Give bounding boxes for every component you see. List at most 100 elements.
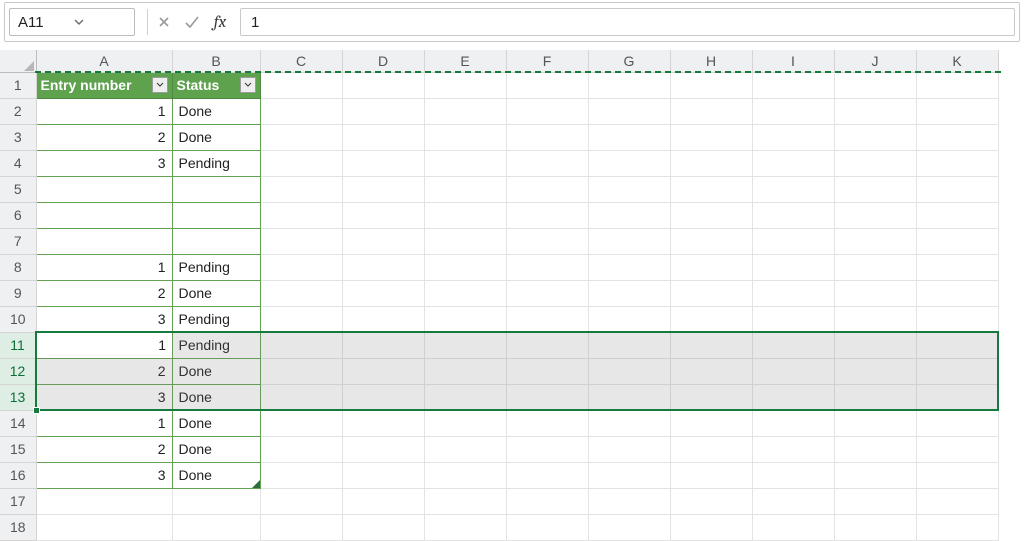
cell-K2[interactable]	[916, 98, 998, 124]
row-header-13[interactable]: 13	[0, 384, 36, 410]
cell-I2[interactable]	[752, 98, 834, 124]
cell-E15[interactable]	[424, 436, 506, 462]
cell-I3[interactable]	[752, 124, 834, 150]
column-header-J[interactable]: J	[834, 50, 916, 72]
cell-B8[interactable]: Pending	[172, 254, 260, 280]
cell-H14[interactable]	[670, 410, 752, 436]
cell-E11[interactable]	[424, 332, 506, 358]
cell-E18[interactable]	[424, 514, 506, 540]
cell-G3[interactable]	[588, 124, 670, 150]
cell-K13[interactable]	[916, 384, 998, 410]
cell-A9[interactable]: 2	[36, 280, 172, 306]
cell-I13[interactable]	[752, 384, 834, 410]
column-header-F[interactable]: F	[506, 50, 588, 72]
cell-A6[interactable]	[36, 202, 172, 228]
cell-F12[interactable]	[506, 358, 588, 384]
cell-I9[interactable]	[752, 280, 834, 306]
cell-C14[interactable]	[260, 410, 342, 436]
cell-F1[interactable]	[506, 72, 588, 98]
cell-G1[interactable]	[588, 72, 670, 98]
cell-I7[interactable]	[752, 228, 834, 254]
cell-H10[interactable]	[670, 306, 752, 332]
row-header-11[interactable]: 11	[0, 332, 36, 358]
cell-G17[interactable]	[588, 488, 670, 514]
row-header-14[interactable]: 14	[0, 410, 36, 436]
cell-J5[interactable]	[834, 176, 916, 202]
row-header-10[interactable]: 10	[0, 306, 36, 332]
cell-G18[interactable]	[588, 514, 670, 540]
cell-A1[interactable]: Entry number	[36, 72, 172, 98]
cell-B14[interactable]: Done	[172, 410, 260, 436]
cell-D15[interactable]	[342, 436, 424, 462]
cell-B11[interactable]: Pending	[172, 332, 260, 358]
cell-H9[interactable]	[670, 280, 752, 306]
cell-G4[interactable]	[588, 150, 670, 176]
cell-A12[interactable]: 2	[36, 358, 172, 384]
cell-F17[interactable]	[506, 488, 588, 514]
cell-H18[interactable]	[670, 514, 752, 540]
cell-H6[interactable]	[670, 202, 752, 228]
cell-F6[interactable]	[506, 202, 588, 228]
cell-C6[interactable]	[260, 202, 342, 228]
cell-J17[interactable]	[834, 488, 916, 514]
cell-F4[interactable]	[506, 150, 588, 176]
column-header-G[interactable]: G	[588, 50, 670, 72]
cell-K8[interactable]	[916, 254, 998, 280]
cell-G16[interactable]	[588, 462, 670, 488]
cell-A15[interactable]: 2	[36, 436, 172, 462]
cell-E16[interactable]	[424, 462, 506, 488]
column-header-H[interactable]: H	[670, 50, 752, 72]
cell-C3[interactable]	[260, 124, 342, 150]
cell-D4[interactable]	[342, 150, 424, 176]
cell-K11[interactable]	[916, 332, 998, 358]
cell-B3[interactable]: Done	[172, 124, 260, 150]
cell-D16[interactable]	[342, 462, 424, 488]
cell-K12[interactable]	[916, 358, 998, 384]
cell-C16[interactable]	[260, 462, 342, 488]
cell-D3[interactable]	[342, 124, 424, 150]
cell-F7[interactable]	[506, 228, 588, 254]
cell-H4[interactable]	[670, 150, 752, 176]
cell-J13[interactable]	[834, 384, 916, 410]
cell-E3[interactable]	[424, 124, 506, 150]
cell-D10[interactable]	[342, 306, 424, 332]
cell-K5[interactable]	[916, 176, 998, 202]
cell-F2[interactable]	[506, 98, 588, 124]
cell-E17[interactable]	[424, 488, 506, 514]
cell-C11[interactable]	[260, 332, 342, 358]
cell-E14[interactable]	[424, 410, 506, 436]
cell-B12[interactable]: Done	[172, 358, 260, 384]
cell-A17[interactable]	[36, 488, 172, 514]
cell-A5[interactable]	[36, 176, 172, 202]
cell-K17[interactable]	[916, 488, 998, 514]
cell-A8[interactable]: 1	[36, 254, 172, 280]
cell-C4[interactable]	[260, 150, 342, 176]
cell-B7[interactable]	[172, 228, 260, 254]
cell-B9[interactable]: Done	[172, 280, 260, 306]
cell-A4[interactable]: 3	[36, 150, 172, 176]
cell-K16[interactable]	[916, 462, 998, 488]
select-all-corner[interactable]	[0, 50, 36, 72]
cell-D17[interactable]	[342, 488, 424, 514]
cell-G5[interactable]	[588, 176, 670, 202]
cell-A13[interactable]: 3	[36, 384, 172, 410]
column-header-A[interactable]: A	[36, 50, 172, 72]
column-header-B[interactable]: B	[172, 50, 260, 72]
cell-C13[interactable]	[260, 384, 342, 410]
cell-J2[interactable]	[834, 98, 916, 124]
cell-F5[interactable]	[506, 176, 588, 202]
row-header-9[interactable]: 9	[0, 280, 36, 306]
cell-G14[interactable]	[588, 410, 670, 436]
row-header-17[interactable]: 17	[0, 488, 36, 514]
cell-E13[interactable]	[424, 384, 506, 410]
cell-A11[interactable]: 1	[36, 332, 172, 358]
cell-D8[interactable]	[342, 254, 424, 280]
cell-H16[interactable]	[670, 462, 752, 488]
cell-F16[interactable]	[506, 462, 588, 488]
cell-C15[interactable]	[260, 436, 342, 462]
cell-A18[interactable]	[36, 514, 172, 540]
cell-C12[interactable]	[260, 358, 342, 384]
cell-H7[interactable]	[670, 228, 752, 254]
cell-F18[interactable]	[506, 514, 588, 540]
cell-J16[interactable]	[834, 462, 916, 488]
